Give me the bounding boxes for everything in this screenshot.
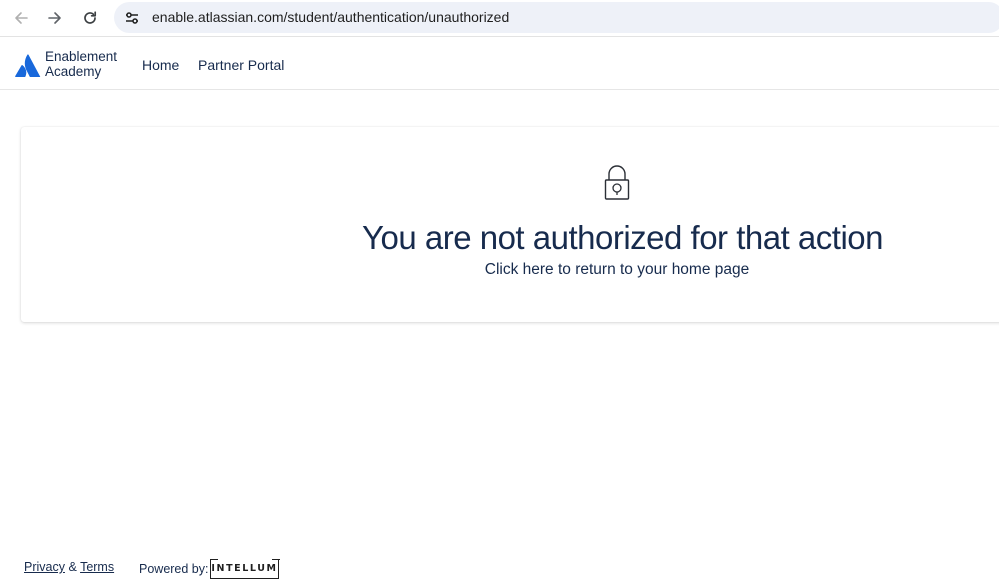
nav-partner-portal-link[interactable]: Partner Portal — [198, 57, 284, 73]
address-bar[interactable]: enable.atlassian.com/student/authenticat… — [114, 2, 999, 33]
reload-icon — [84, 11, 97, 24]
terms-link[interactable]: Terms — [80, 560, 114, 574]
privacy-link[interactable]: Privacy — [24, 560, 65, 574]
nav-home-link[interactable]: Home — [142, 57, 179, 73]
browser-toolbar: enable.atlassian.com/student/authenticat… — [0, 0, 999, 37]
tune-icon — [126, 12, 138, 24]
arrow-left-icon — [15, 12, 28, 24]
arrow-right-icon — [48, 12, 61, 24]
site-info-button[interactable] — [120, 6, 144, 30]
return-home-link[interactable]: Click here to return to your home page — [362, 261, 872, 279]
logo-line-2: Academy — [45, 64, 102, 79]
powered-by-label: Powered by: — [139, 562, 209, 576]
atlassian-logo-icon[interactable] — [15, 54, 41, 77]
reload-button[interactable] — [78, 6, 102, 30]
url-text[interactable]: enable.atlassian.com/student/authenticat… — [152, 9, 509, 25]
back-button[interactable] — [9, 6, 33, 30]
unauthorized-card: You are not authorized for that action C… — [21, 127, 999, 322]
footer-ampersand: & — [68, 560, 77, 574]
forward-button[interactable] — [43, 6, 67, 30]
intellum-logo[interactable]: INTELLUM — [209, 559, 280, 579]
logo-line-1: Enablement — [45, 49, 118, 64]
lock-icon — [604, 165, 630, 200]
footer-links: Privacy & Terms — [24, 560, 114, 580]
page-title: You are not authorized for that action — [362, 219, 884, 256]
site-header: Enablement Academy Home Partner Portal — [0, 40, 999, 90]
site-logo-text[interactable]: Enablement Academy — [45, 49, 135, 79]
